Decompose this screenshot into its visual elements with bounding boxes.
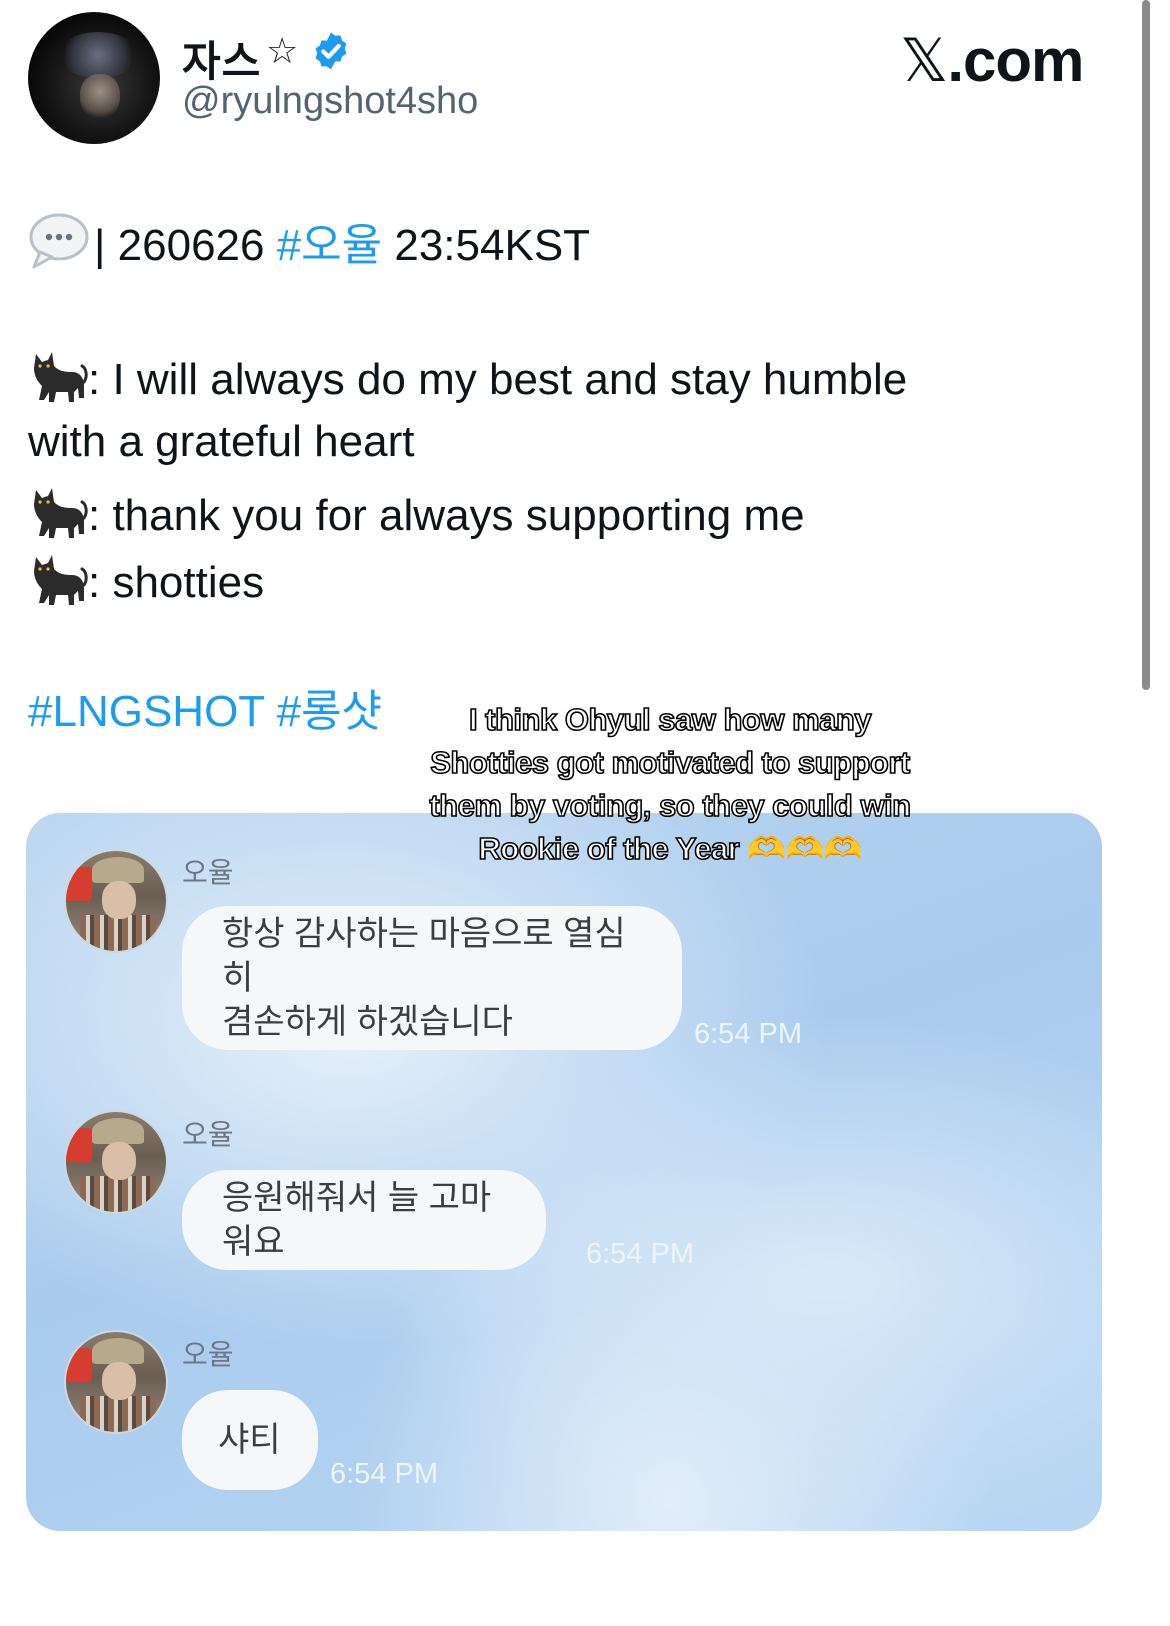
time-kst: 23:54KST bbox=[382, 221, 591, 270]
site-logo: 𝕏.com bbox=[900, 26, 1084, 96]
chat-sender-name: 오율 bbox=[182, 857, 234, 888]
site-logo-suffix: .com bbox=[947, 27, 1084, 94]
face bbox=[102, 881, 136, 919]
avatar-face bbox=[80, 74, 120, 118]
date-prefix: | 260626 bbox=[94, 221, 277, 270]
shirt bbox=[80, 915, 156, 951]
chat-timestamp: 6:54 PM bbox=[694, 1018, 802, 1050]
caption-line: I think Ohyul saw how many bbox=[468, 701, 872, 738]
chat-timestamp: 6:54 PM bbox=[330, 1458, 438, 1490]
profile-avatar[interactable] bbox=[28, 12, 160, 144]
hat bbox=[92, 1338, 144, 1364]
x-logo-glyph: 𝕏 bbox=[900, 26, 948, 96]
caption-line: Shotties got motivated to support bbox=[429, 744, 911, 781]
tweet-hashtags: #LNGSHOT #롱샷 bbox=[28, 686, 382, 739]
quote-3-text: : shotties bbox=[88, 558, 265, 607]
chat-bubble-text: 겸손하게 하겠습니다 bbox=[222, 1003, 513, 1042]
chat-sender-name: 오율 bbox=[182, 1119, 234, 1150]
chat-bubble: 항상 감사하는 마음으로 열심히 겸손하게 하겠습니다 bbox=[182, 906, 682, 1050]
tweet-quote-2: : thank you for always supporting me bbox=[28, 484, 805, 543]
chat-bubble-text: 항상 감사하는 마음으로 열심히 bbox=[222, 914, 626, 997]
black-cat-icon bbox=[34, 488, 88, 538]
video-caption: I think Ohyul saw how many Shotties got … bbox=[380, 698, 960, 870]
hashtag-longsha[interactable]: #롱샷 bbox=[277, 687, 382, 736]
sign bbox=[66, 867, 92, 901]
hat bbox=[92, 857, 144, 883]
chat-sender-name: 오율 bbox=[182, 1339, 234, 1370]
chat-timestamp: 6:54 PM bbox=[586, 1238, 694, 1270]
face bbox=[102, 1142, 136, 1180]
chat-avatar bbox=[64, 1110, 168, 1214]
tweet-quote-1: : I will always do my best and stay humb… bbox=[28, 348, 907, 407]
chat-avatar bbox=[64, 1330, 168, 1434]
avatar-glow bbox=[58, 32, 138, 78]
chat-bubble: 응원해줘서 늘 고마워요 bbox=[182, 1170, 546, 1270]
caption-line: Rookie of the Year 🫶🫶🫶 bbox=[478, 830, 863, 867]
hashtag-lngshot[interactable]: #LNGSHOT bbox=[28, 687, 264, 736]
chat-bubble-text: 응원해줘서 늘 고마워요 bbox=[222, 1178, 492, 1261]
chat-bubble: 샤티 bbox=[182, 1390, 318, 1490]
shirt bbox=[80, 1396, 156, 1432]
chat-screenshot[interactable]: 오율 항상 감사하는 마음으로 열심히 겸손하게 하겠습니다 6:54 PM 오… bbox=[26, 813, 1102, 1531]
hashtag-ohyul[interactable]: #오율 bbox=[277, 221, 382, 270]
black-cat-icon bbox=[34, 352, 88, 402]
face bbox=[102, 1362, 136, 1400]
scrollbar[interactable] bbox=[1142, 0, 1150, 690]
sign bbox=[66, 1128, 92, 1162]
star-icon: ☆ bbox=[266, 30, 299, 71]
sign bbox=[66, 1348, 92, 1382]
verified-badge-icon bbox=[315, 32, 347, 70]
quote-1-text: : I will always do my best and stay humb… bbox=[88, 355, 908, 404]
chat-avatar bbox=[64, 849, 168, 953]
tweet-line-date: | 260626 #오율 23:54KST bbox=[28, 212, 590, 273]
hat bbox=[92, 1118, 144, 1144]
tweet-quote-1-cont: with a grateful heart bbox=[28, 417, 415, 466]
chat-bubble-text: 샤티 bbox=[218, 1420, 281, 1459]
tweet-quote-3: : shotties bbox=[28, 551, 264, 610]
caption-line: them by voting, so they could win bbox=[429, 787, 912, 824]
speech-bubble-icon bbox=[29, 213, 89, 269]
shirt bbox=[80, 1176, 156, 1212]
user-handle[interactable]: @ryulngshot4sho bbox=[182, 80, 478, 123]
black-cat-icon bbox=[34, 555, 88, 605]
quote-2-text: : thank you for always supporting me bbox=[88, 491, 805, 540]
